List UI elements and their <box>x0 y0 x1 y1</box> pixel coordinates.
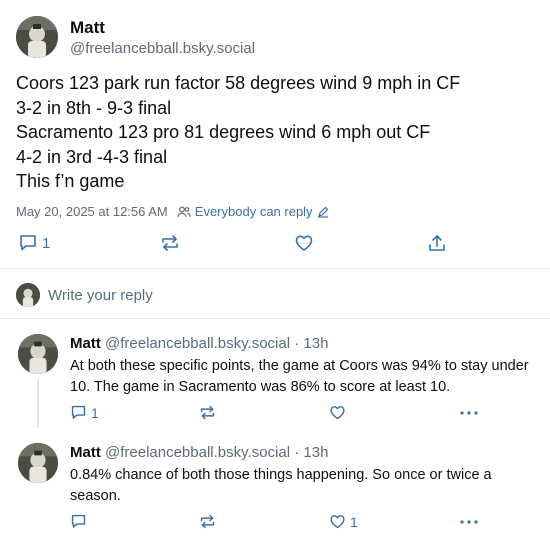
more-icon <box>459 513 479 530</box>
more-button[interactable] <box>459 404 479 421</box>
reply-text: At both these specific points, the game … <box>70 358 529 395</box>
reply-author-handle[interactable]: @freelancebball.bsky.social <box>105 444 290 461</box>
thread-line <box>37 378 39 428</box>
like-icon <box>329 513 346 530</box>
like-icon <box>329 404 346 421</box>
reply-count: 1 <box>91 404 99 421</box>
avatar[interactable] <box>18 443 58 483</box>
more-icon <box>459 404 479 421</box>
reply-button[interactable] <box>70 513 91 530</box>
pencil-icon[interactable] <box>317 206 329 218</box>
reply-text: 0.84% chance of both those things happen… <box>70 467 492 504</box>
like-count: 1 <box>350 513 358 530</box>
repost-button[interactable] <box>199 404 216 421</box>
post-line: 4-2 in 3rd -4-3 final <box>16 146 168 167</box>
share-icon <box>427 233 447 253</box>
reply-composer-input[interactable]: Write your reply <box>48 287 153 304</box>
reply-header: Matt @freelancebball.bsky.social · 13h <box>70 444 328 461</box>
repost-button[interactable] <box>199 513 216 530</box>
avatar[interactable] <box>16 16 58 58</box>
like-icon <box>294 233 314 253</box>
repost-icon <box>199 513 216 530</box>
post-meta: May 20, 2025 at 12:56 AM Everybody can r… <box>16 204 329 219</box>
post-timestamp[interactable]: May 20, 2025 at 12:56 AM <box>16 204 168 219</box>
post-line: Coors 123 park run factor 58 degrees win… <box>16 73 461 93</box>
divider <box>0 268 550 269</box>
reply-age[interactable]: · 13h <box>294 444 328 461</box>
author-display-name[interactable]: Matt <box>70 18 105 38</box>
people-icon <box>177 205 191 219</box>
reply-button[interactable]: 1 <box>18 233 50 253</box>
post-line: This f’n game <box>16 171 125 191</box>
post-body: Coors 123 park run factor 58 degrees win… <box>16 71 536 194</box>
share-button[interactable] <box>427 233 447 253</box>
reply-icon <box>18 233 38 253</box>
repost-button[interactable] <box>160 233 180 253</box>
reply-author-name[interactable]: Matt <box>70 444 101 461</box>
more-button[interactable] <box>459 513 479 530</box>
like-button[interactable]: 1 <box>329 513 358 530</box>
reply-author-handle[interactable]: @freelancebball.bsky.social <box>105 335 290 352</box>
author-handle[interactable]: @freelancebball.bsky.social <box>70 40 255 57</box>
reply-age[interactable]: · 13h <box>294 335 328 352</box>
reply-button[interactable]: 1 <box>70 404 99 421</box>
reply-icon <box>70 404 87 421</box>
reply-count: 1 <box>42 234 51 252</box>
reply-permission[interactable]: Everybody can reply <box>195 204 313 219</box>
repost-icon <box>199 404 216 421</box>
reply-author-name[interactable]: Matt <box>70 335 101 352</box>
avatar[interactable] <box>18 334 58 374</box>
post-line: Sacramento 123 pro 81 degrees wind 6 mph… <box>16 122 431 142</box>
divider <box>0 318 550 319</box>
reply-header: Matt @freelancebball.bsky.social · 13h <box>70 335 328 352</box>
reply-icon <box>70 513 87 530</box>
composer-avatar <box>16 283 40 307</box>
post-line: 3-2 in 8th - 9-3 final <box>16 97 172 118</box>
repost-icon <box>160 233 180 253</box>
like-button[interactable] <box>294 233 314 253</box>
like-button[interactable] <box>329 404 350 421</box>
